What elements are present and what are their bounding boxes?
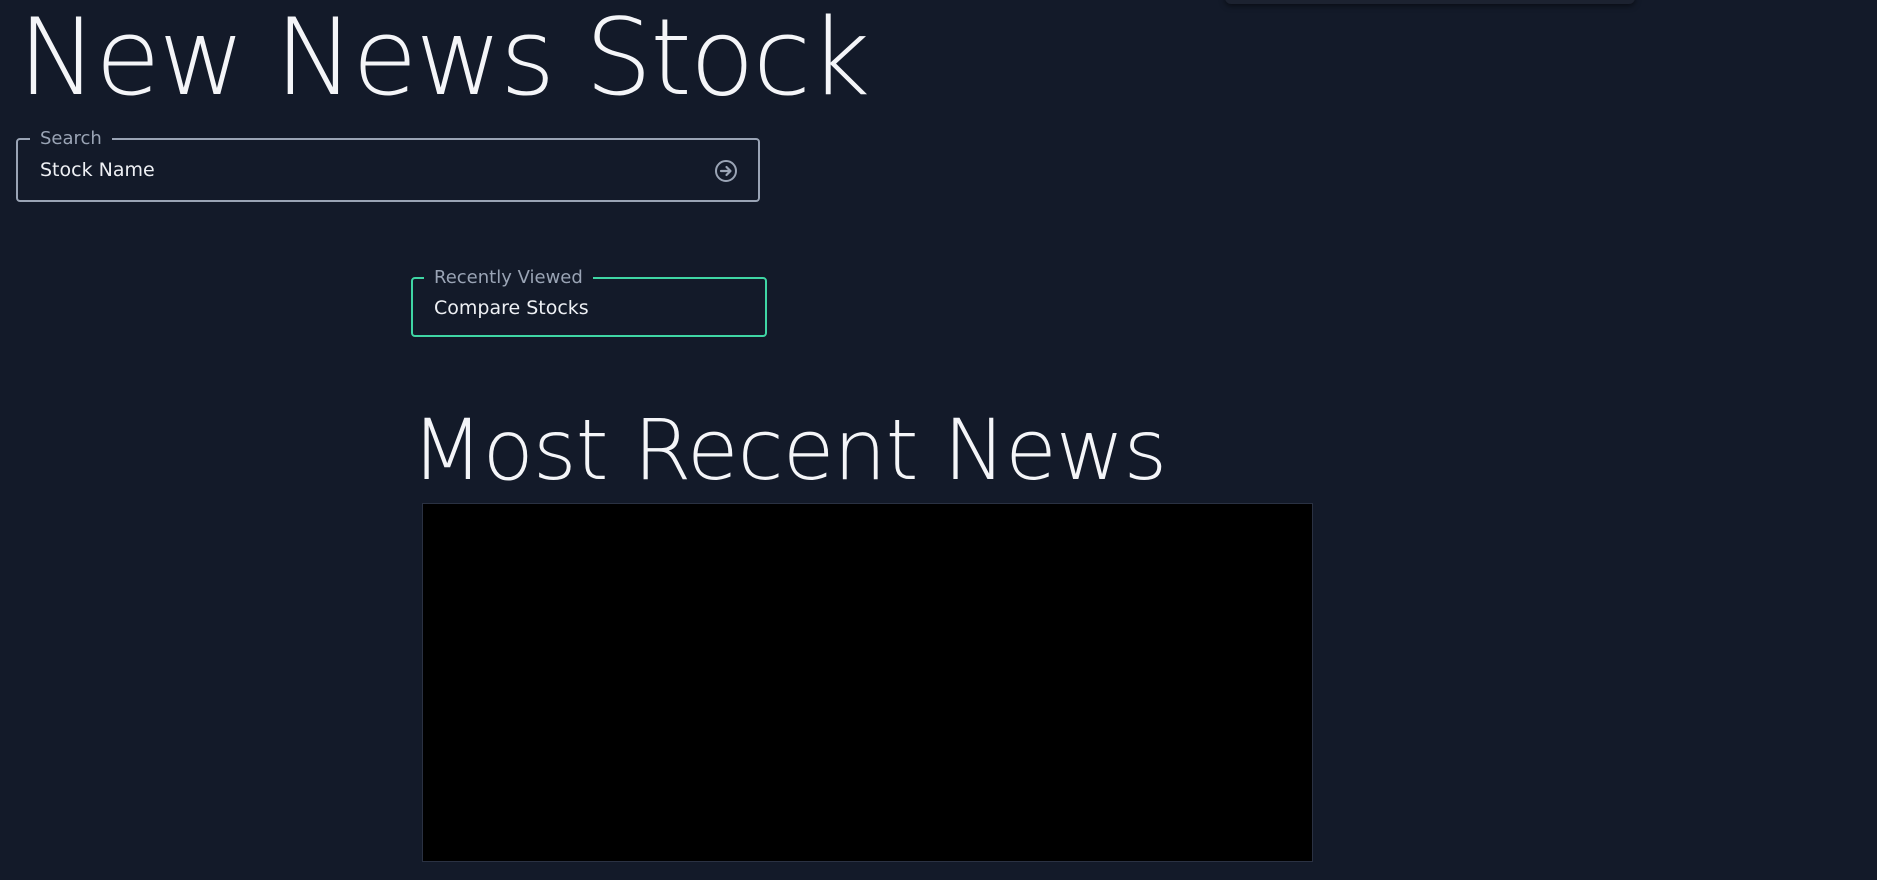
- search-input[interactable]: [40, 156, 640, 184]
- search-field[interactable]: Search: [16, 128, 760, 202]
- app-title: New News Stock: [18, 0, 870, 119]
- news-heading: Most Recent News: [411, 401, 1167, 499]
- floating-panel-edge: [1225, 0, 1635, 4]
- arrow-circle-right-icon[interactable]: [714, 159, 738, 183]
- recently-viewed-select[interactable]: Recently Viewed Compare Stocks: [411, 267, 767, 337]
- recently-viewed-legend: Recently Viewed: [424, 267, 593, 289]
- news-panel: [422, 503, 1313, 862]
- page: New News Stock Search Recently Viewed Co…: [0, 0, 1877, 880]
- search-legend: Search: [30, 128, 112, 150]
- recently-viewed-value[interactable]: Compare Stocks: [434, 295, 589, 321]
